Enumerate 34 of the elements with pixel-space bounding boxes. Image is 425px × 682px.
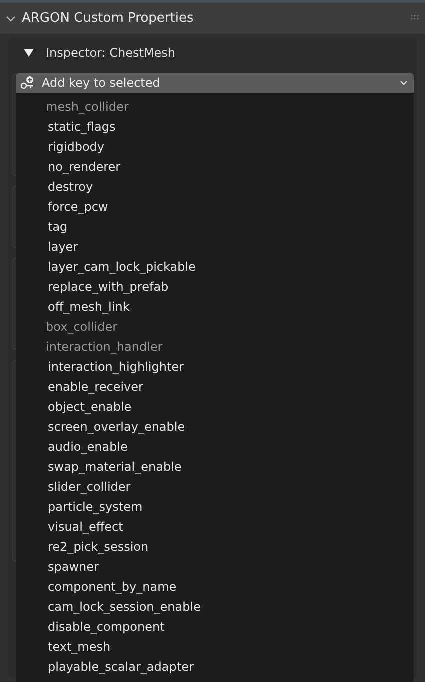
menu-item[interactable]: screen_overlay_enable [48, 417, 186, 437]
menu-item[interactable]: layer_cam_lock_pickable [48, 257, 196, 277]
inspector-title: Inspector: ChestMesh [46, 46, 176, 60]
menu-item[interactable]: static_flags [48, 117, 116, 137]
menu-item[interactable]: spawner [48, 557, 99, 577]
menu-item[interactable]: swap_material_enable [48, 457, 182, 477]
chevron-icon[interactable] [6, 14, 16, 24]
menu-item[interactable]: playable_scalar_adapter [48, 657, 194, 677]
key-add-icon [20, 76, 36, 90]
menu-item[interactable]: audio_enable [48, 437, 128, 457]
menu-item[interactable]: cam_lock_session_enable [48, 597, 201, 617]
menu-item[interactable]: interaction_highlighter [48, 357, 184, 377]
menu-item[interactable]: particle_system [48, 497, 143, 517]
menu-item[interactable]: destroy [48, 177, 94, 197]
menu-item[interactable]: force_pcw [48, 197, 108, 217]
triangle-icon[interactable] [24, 49, 34, 57]
caret-icon [400, 80, 408, 86]
menu-item[interactable]: text_mesh [48, 637, 111, 657]
menu-item[interactable]: layer [48, 237, 78, 257]
menu-item[interactable]: visual_effect [48, 517, 124, 537]
menu-item[interactable]: slider_collider [48, 477, 131, 497]
menu-item[interactable]: re2_pick_session [48, 537, 149, 557]
menu-item[interactable]: enable_receiver [48, 377, 144, 397]
grip-icon[interactable] [411, 14, 419, 22]
menu-item[interactable]: off_mesh_link [48, 297, 130, 317]
menu-item[interactable]: disable_component [48, 617, 165, 637]
panel-title: ARGON Custom Properties [22, 11, 194, 26]
menu-item[interactable]: replace_with_prefab [48, 277, 169, 297]
menu-item[interactable]: rigidbody [48, 137, 105, 157]
menu-item[interactable]: component_by_name [48, 577, 177, 597]
menu-item[interactable]: object_enable [48, 397, 132, 417]
menu-item[interactable]: no_renderer [48, 157, 121, 177]
menu-item[interactable]: tag [48, 217, 68, 237]
add-key-dropdown[interactable]: Add key to selected [16, 73, 414, 93]
